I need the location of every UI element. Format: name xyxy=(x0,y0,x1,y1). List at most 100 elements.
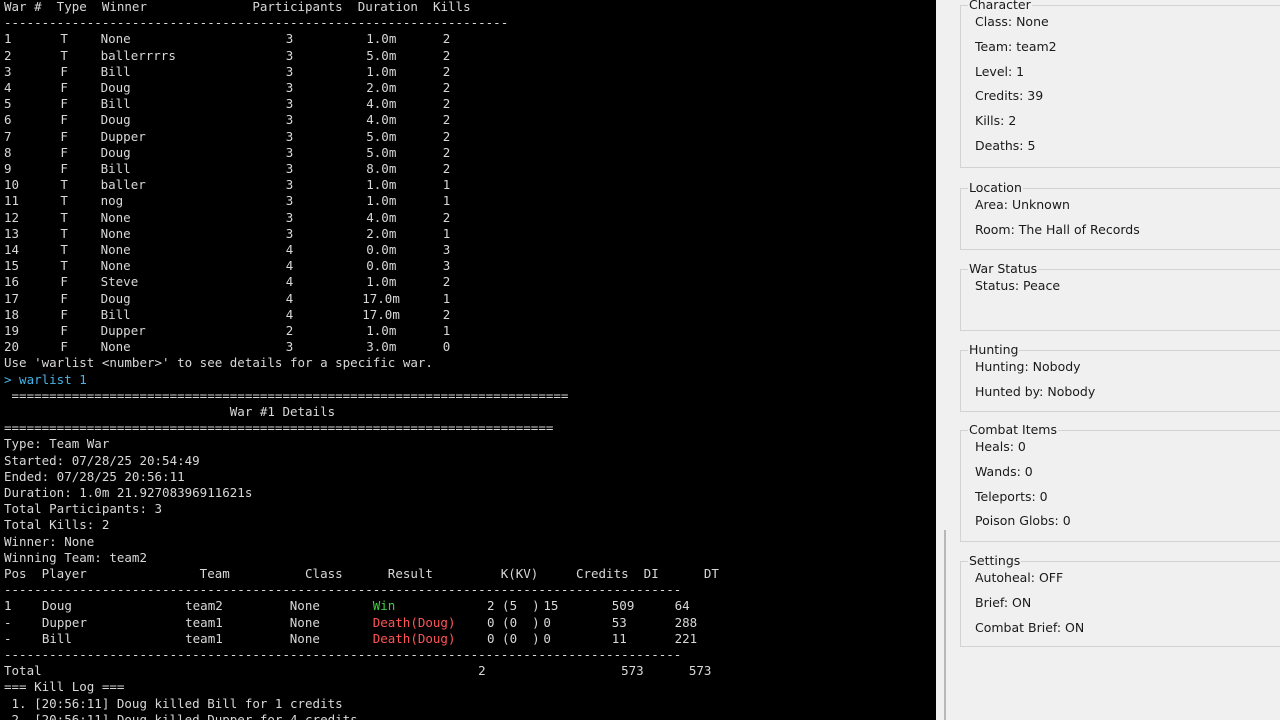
war-winner: Doug xyxy=(100,290,131,306)
war-winner: None xyxy=(100,225,131,241)
row-di: 509 xyxy=(611,598,635,614)
war-kills: 1 xyxy=(442,193,451,209)
pane-divider[interactable] xyxy=(936,0,946,720)
war-duration: 1.0m xyxy=(366,177,397,193)
war-participants: 3 xyxy=(285,47,294,63)
war-list-row: 14 T None 4 0.0m 3 xyxy=(4,242,604,258)
panel-item: Combat Brief: ON xyxy=(975,619,1085,635)
war-number: 14 xyxy=(4,242,20,257)
war-type: T xyxy=(60,177,68,193)
row-result: Win xyxy=(372,598,396,614)
war-list-row: 12 T None 3 4.0m 2 xyxy=(4,210,604,226)
war-winner: None xyxy=(100,339,131,355)
panel-item: Heals: 0 xyxy=(975,439,1026,454)
war-participants: 3 xyxy=(285,161,294,176)
war-detail-participants: Total Participants: 3 xyxy=(4,501,163,517)
row-player: Dupper xyxy=(41,614,87,630)
war-winner: None xyxy=(100,242,131,257)
status-sidebar: Character Class: None Team: team2 Level: 1 C… xyxy=(946,0,1280,720)
war-duration: 1.0m xyxy=(366,274,397,290)
war-number: 17 xyxy=(4,290,20,306)
row-class: None xyxy=(289,630,320,646)
war-participants: 3 xyxy=(285,80,294,95)
war-number: 7 xyxy=(4,128,12,144)
war-kills: 2 xyxy=(442,274,451,290)
war-duration: 5.0m xyxy=(366,47,397,63)
row-player: Doug xyxy=(41,598,72,614)
war-duration: 5.0m xyxy=(366,144,397,160)
war-kills: 2 xyxy=(442,63,451,79)
war-type: T xyxy=(60,209,68,225)
war-type: F xyxy=(60,323,68,338)
separator: ----------------------------------------… xyxy=(4,582,682,598)
war-detail-duration: Duration: 1.0m 21.92708396911621s xyxy=(4,485,253,500)
war-participants: 3 xyxy=(285,112,294,128)
war-kills: 2 xyxy=(442,209,451,225)
war-winner: Bill xyxy=(100,63,131,79)
war-number: 16 xyxy=(4,274,20,290)
war-participants: 3 xyxy=(285,63,294,79)
war-list-row: 5 F Bill 3 4.0m 2 xyxy=(4,96,604,112)
war-list-row: 20 F None 3 3.0m 0 xyxy=(4,339,604,355)
war-number: 15 xyxy=(4,258,20,274)
war-number: 10 xyxy=(4,177,20,193)
war-list-row: 15 T None 4 0.0m 3 xyxy=(4,258,604,274)
row-class: None xyxy=(289,614,320,630)
panel-item: Autoheal: OFF xyxy=(975,570,1064,585)
row-team: team1 xyxy=(185,614,223,630)
panel-item: Team: team2 xyxy=(975,38,1057,54)
war-number: 18 xyxy=(4,306,20,322)
war-duration: 4.0m xyxy=(366,112,397,128)
war-winner: baller xyxy=(100,177,146,193)
war-winner: Steve xyxy=(100,274,139,290)
war-number: 11 xyxy=(4,193,20,209)
details-table-row: - Dupper team1 None Death(Doug) 0 (0 ) 0 53 288 xyxy=(4,615,804,631)
kill-log-entry: 2. [20:56:11] Doug killed Dupper for 4 c… xyxy=(4,711,358,720)
kill-log-entry: 1. [20:56:11] Doug killed Bill for 1 cre… xyxy=(4,695,343,711)
war-type: F xyxy=(60,306,68,322)
war-kills: 2 xyxy=(442,112,451,128)
war-participants: 3 xyxy=(285,144,294,160)
war-winner: nog xyxy=(100,193,124,209)
war-duration: 1.0m xyxy=(366,193,397,209)
war-type: T xyxy=(60,242,68,257)
war-list-row: 13 T None 3 2.0m 1 xyxy=(4,226,604,242)
panel-item: Area: Unknown xyxy=(975,197,1070,212)
details-table-row: 1 Doug team2 None Win 2 (5 ) 15 509 64 xyxy=(4,598,804,614)
war-winner: Dupper xyxy=(100,128,146,144)
panel-item: Hunting: Nobody xyxy=(975,359,1081,374)
war-participants: 3 xyxy=(285,209,294,225)
war-list-row: 16 F Steve 4 1.0m 2 xyxy=(4,274,604,290)
war-winner: Bill xyxy=(100,161,131,176)
war-participants: 3 xyxy=(285,177,294,193)
command-prompt: > warlist 1 xyxy=(4,371,87,387)
row-kkv: 2 (5 ) xyxy=(487,598,540,614)
panel-title: Combat Items xyxy=(968,422,1058,437)
row-result: Death(Doug) xyxy=(372,614,456,630)
separator: ----------------------------------------… xyxy=(4,15,509,31)
kill-log-title: === Kill Log === xyxy=(4,679,125,695)
war-duration: 4.0m xyxy=(366,96,397,112)
panel-title: Settings xyxy=(968,553,1022,568)
war-winner: Doug xyxy=(100,112,131,128)
war-list-row: 18 F Bill 4 17.0m 2 xyxy=(4,307,604,323)
war-duration: 1.0m xyxy=(366,63,397,79)
war-kills: 2 xyxy=(442,144,451,160)
war-list-row: 9 F Bill 3 8.0m 2 xyxy=(4,161,604,177)
war-detail-winner: Winner: None xyxy=(4,533,95,549)
war-kills: 0 xyxy=(442,339,451,355)
row-dt: 221 xyxy=(674,630,698,646)
war-list-row: 17 F Doug 4 17.0m 1 xyxy=(4,291,604,307)
terminal-output[interactable]: War # Type Winner Participants Duration … xyxy=(0,0,936,720)
war-kills: 2 xyxy=(442,31,451,47)
war-kills: 2 xyxy=(442,306,451,322)
war-duration: 17.0m xyxy=(362,290,400,306)
war-number: 5 xyxy=(4,96,12,112)
war-participants: 4 xyxy=(285,274,294,290)
war-detail-kills: Total Kills: 2 xyxy=(4,517,110,533)
row-team: team2 xyxy=(185,598,223,614)
panel-title: Character xyxy=(968,0,1032,12)
row-player: Bill xyxy=(41,630,72,646)
panel-item: Poison Globs: 0 xyxy=(975,513,1071,529)
war-participants: 2 xyxy=(285,323,294,338)
